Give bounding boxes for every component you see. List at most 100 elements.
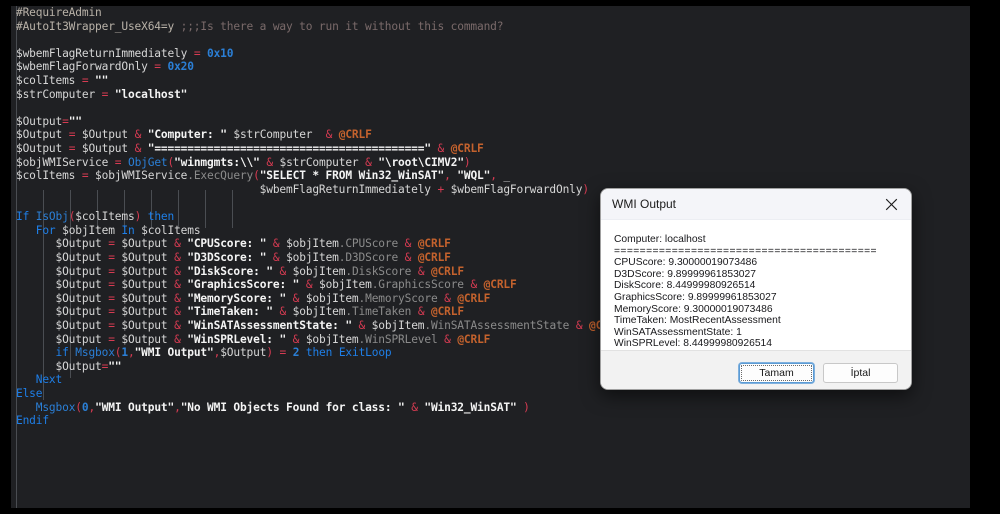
code-token: $objItem xyxy=(299,332,359,346)
dialog-titlebar[interactable]: WMI Output xyxy=(601,189,911,220)
code-token: $Output xyxy=(16,142,69,156)
close-icon[interactable] xyxy=(871,189,911,219)
code-token: "\root\CIMV2" xyxy=(378,155,464,169)
dialog-score-row: TimeTaken: MostRecentAssessment xyxy=(614,315,781,327)
code-line[interactable]: $wbemFlagReturnImmediately = 0x10 xyxy=(11,47,970,61)
ok-button[interactable]: Tamam xyxy=(739,363,814,384)
code-token: @CRLF xyxy=(417,237,451,251)
code-line[interactable]: #RequireAdmin xyxy=(11,6,970,20)
code-token: "WMI Output" xyxy=(134,346,214,360)
code-token: $Output xyxy=(16,332,109,346)
code-token: .D3DScore xyxy=(338,250,399,264)
code-token: $Output xyxy=(114,250,175,264)
code-token: ) xyxy=(463,155,471,169)
code-token: = xyxy=(108,332,115,346)
code-token: & xyxy=(266,155,273,169)
code-token: $Output xyxy=(114,291,175,305)
code-token: "CPUScore: " xyxy=(187,237,267,251)
code-token: , xyxy=(490,169,497,183)
code-token: $Output xyxy=(114,278,175,292)
code-token: $objItem xyxy=(286,264,346,278)
code-token: "WQL" xyxy=(457,169,491,183)
code-token: $Output xyxy=(114,264,175,278)
code-token: $colItems xyxy=(75,210,135,224)
code-token: & xyxy=(444,332,451,346)
code-token: "TimeTaken: " xyxy=(187,305,273,319)
cancel-button[interactable]: İptal xyxy=(823,363,898,384)
code-token: "Computer: " xyxy=(147,128,227,142)
code-line[interactable]: #AutoIt3Wrapper_UseX64=y ;;;Is there a w… xyxy=(11,20,970,34)
code-token: & xyxy=(174,291,181,305)
code-token: = xyxy=(108,319,115,333)
code-token: $Output xyxy=(16,359,102,373)
code-line[interactable]: $Output="" xyxy=(11,115,970,129)
dialog-score-row: MemoryScore: 9.30000019073486 xyxy=(614,303,773,315)
code-token: $objItem xyxy=(312,278,372,292)
code-token: "" xyxy=(108,359,122,373)
code-token: $Output xyxy=(16,128,69,142)
code-token: $wbemFlagReturnImmediately xyxy=(16,182,438,196)
code-token: $objItem xyxy=(365,319,425,333)
code-line[interactable]: $Output = $Output & "===================… xyxy=(11,142,970,156)
code-token: #AutoIt3Wrapper_UseX64=y xyxy=(16,19,181,33)
code-line[interactable]: $objWMIService = ObjGet("winmgmts:\\" & … xyxy=(11,156,970,170)
dialog-button-bar: Tamam İptal xyxy=(601,349,911,389)
code-token: .GraphicsScore xyxy=(371,278,464,292)
code-token: 0x20 xyxy=(167,60,194,74)
code-token: = xyxy=(108,250,115,264)
dialog-score-row: CPUScore: 9.30000019073486 xyxy=(614,257,758,269)
code-token: "No WMI Objects Found for class: " xyxy=(180,400,405,414)
code-token: $Output xyxy=(220,346,267,360)
code-token: ;;;Is there a way to run it without this… xyxy=(180,19,504,33)
code-token: & xyxy=(174,237,181,251)
code-token: & xyxy=(174,319,181,333)
code-line[interactable]: $wbemFlagForwardOnly = 0x20 xyxy=(11,60,970,74)
code-token: .TimeTaken xyxy=(345,305,412,319)
code-token: & xyxy=(365,155,372,169)
code-token: "localhost" xyxy=(114,87,188,101)
code-line[interactable] xyxy=(11,33,970,47)
code-line[interactable] xyxy=(11,101,970,115)
code-token: $objItem xyxy=(299,291,359,305)
code-line[interactable]: Msgbox(0,"WMI Output","No WMI Objects Fo… xyxy=(11,401,970,415)
code-token: ) xyxy=(523,400,530,414)
code-token: = xyxy=(108,291,115,305)
code-token: 0x10 xyxy=(207,46,234,60)
code-token: $objItem xyxy=(286,305,346,319)
code-token: @CRLF xyxy=(431,264,464,278)
code-token: $objItem xyxy=(55,223,122,237)
dialog-score-row: D3DScore: 9.89999961853027 xyxy=(614,268,756,280)
code-line[interactable]: $strComputer = "localhost" xyxy=(11,88,970,102)
code-token: ) xyxy=(582,182,589,196)
code-line[interactable]: Endif xyxy=(11,414,970,428)
code-token: $Output xyxy=(114,237,175,251)
code-token: $Output xyxy=(114,332,175,346)
code-line[interactable]: $colItems = $objWMIService.ExecQuery("SE… xyxy=(11,169,970,183)
dialog-computer-line: Computer: localhost xyxy=(614,234,706,245)
code-token: = xyxy=(154,60,161,74)
wmi-output-dialog: WMI Output Computer: localhost =========… xyxy=(600,188,912,390)
code-line[interactable]: $colItems = "" xyxy=(11,74,970,88)
code-token: @CRLF xyxy=(457,291,491,305)
code-token: "WinSPRLevel: " xyxy=(187,332,287,346)
code-line[interactable]: $Output = $Output & "Computer: " $strCom… xyxy=(11,128,970,142)
